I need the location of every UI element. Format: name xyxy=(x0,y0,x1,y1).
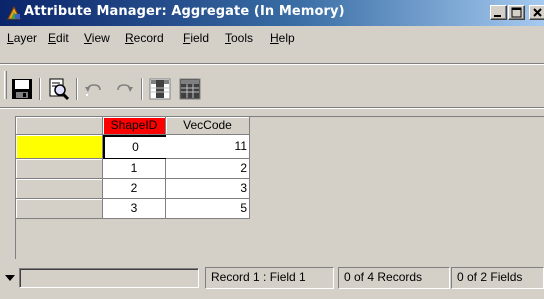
minimize-icon xyxy=(494,15,501,17)
table-cell[interactable]: 2 xyxy=(103,179,166,199)
app-icon xyxy=(7,5,21,20)
menu-help[interactable]: Help xyxy=(270,31,295,45)
toolbar-separator xyxy=(76,78,78,100)
undo-icon xyxy=(85,84,101,96)
undo-button[interactable] xyxy=(82,76,108,102)
table-cell[interactable]: 3 xyxy=(103,199,166,219)
find-button[interactable] xyxy=(46,76,72,102)
select-all-button[interactable] xyxy=(177,76,203,102)
table-cell[interactable]: 2 xyxy=(166,159,250,179)
status-bar: Record 1 : Field 1 0 of 4 Records 0 of 2… xyxy=(0,263,544,293)
table-cell[interactable]: 1 xyxy=(103,159,166,179)
redo-button[interactable] xyxy=(110,76,136,102)
toolbar-separator xyxy=(141,78,143,100)
menu-separator xyxy=(0,63,544,65)
fields-count-status: 0 of 2 Fields xyxy=(451,267,544,289)
window-title: Attribute Manager: Aggregate (In Memory) xyxy=(24,4,345,19)
find-icon xyxy=(49,78,70,101)
toolbar-separator xyxy=(39,78,41,100)
select-all-icon xyxy=(179,78,201,100)
menu-tools[interactable]: Tools xyxy=(225,31,253,45)
title-bar[interactable]: Attribute Manager: Aggregate (In Memory) xyxy=(0,0,544,26)
corner-header[interactable] xyxy=(16,117,103,135)
record-field-status: Record 1 : Field 1 xyxy=(205,267,334,289)
row-header[interactable] xyxy=(16,159,103,179)
menu-view[interactable]: View xyxy=(84,31,110,45)
save-button[interactable] xyxy=(9,76,35,102)
toolbar-separator-line xyxy=(0,107,544,109)
row-header[interactable] xyxy=(16,179,103,199)
expression-field[interactable] xyxy=(19,268,199,288)
toolbar xyxy=(0,69,544,105)
attribute-grid[interactable]: ShapeID VecCode 0 11 1 2 2 3 3 5 xyxy=(15,116,544,259)
attribute-manager-window: Attribute Manager: Aggregate (In Memory)… xyxy=(0,0,544,299)
menu-field[interactable]: Field xyxy=(183,31,209,45)
records-count-status: 0 of 4 Records xyxy=(338,267,450,289)
redo-icon xyxy=(117,84,133,92)
maximize-button[interactable] xyxy=(508,5,525,20)
dropdown-arrow-icon[interactable] xyxy=(5,273,15,283)
select-column-button[interactable] xyxy=(147,76,173,102)
minimize-button[interactable] xyxy=(490,5,507,20)
save-icon xyxy=(12,79,32,99)
menu-record[interactable]: Record xyxy=(125,31,164,45)
column-header-shapeid[interactable]: ShapeID xyxy=(103,117,166,135)
menu-edit[interactable]: Edit xyxy=(48,31,69,45)
menu-layer[interactable]: Layer xyxy=(7,31,37,45)
table-cell[interactable]: 11 xyxy=(166,135,250,159)
table-cell[interactable]: 3 xyxy=(166,179,250,199)
maximize-icon xyxy=(511,7,522,18)
close-icon xyxy=(533,8,542,17)
table-cell[interactable]: 5 xyxy=(166,199,250,219)
table-cell[interactable]: 0 xyxy=(103,135,168,160)
close-button[interactable] xyxy=(529,5,544,20)
menu-bar: Layer Edit View Record Field Tools Help xyxy=(0,27,544,49)
select-column-icon xyxy=(149,78,171,100)
row-header[interactable] xyxy=(16,199,103,219)
row-header[interactable] xyxy=(16,135,103,159)
column-header-veccode[interactable]: VecCode xyxy=(166,117,250,135)
